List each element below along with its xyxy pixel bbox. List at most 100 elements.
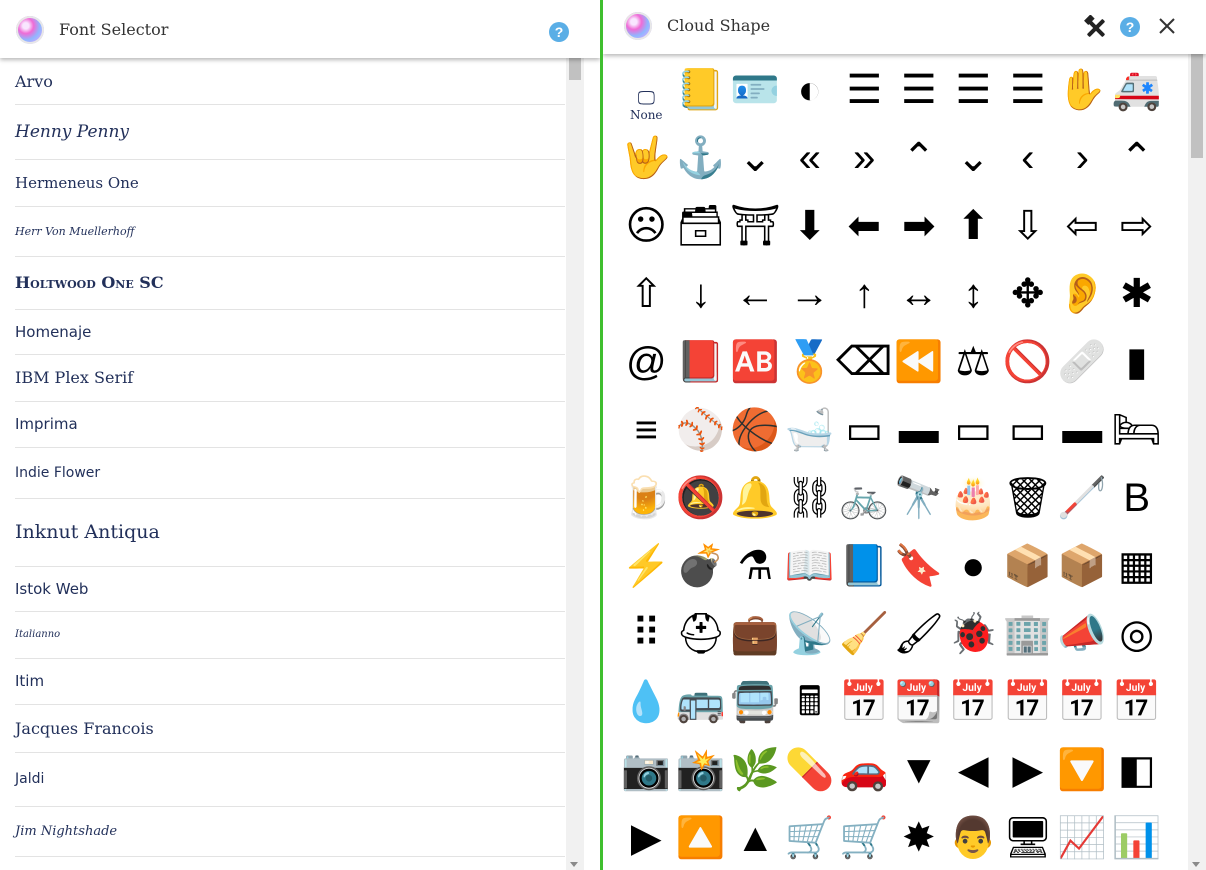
- shape-option[interactable]: ⬆: [946, 206, 1001, 274]
- shape-option[interactable]: ↕: [946, 274, 1001, 342]
- shape-option[interactable]: ▭: [946, 410, 1001, 478]
- font-list-item[interactable]: Imprima: [15, 401, 565, 448]
- shape-option[interactable]: ‹: [1001, 138, 1056, 206]
- shape-option[interactable]: ▶: [1001, 750, 1056, 818]
- shape-option[interactable]: ⇩: [1001, 206, 1056, 274]
- shape-option[interactable]: 🔔: [728, 478, 783, 546]
- shape-option[interactable]: 📅: [1110, 682, 1165, 750]
- shape-option[interactable]: ⚖: [946, 342, 1001, 410]
- shape-option[interactable]: →: [783, 274, 838, 342]
- shape-option[interactable]: ▦: [1110, 546, 1165, 614]
- shape-option[interactable]: 📸: [674, 750, 729, 818]
- font-list-item[interactable]: Itim: [15, 658, 565, 705]
- shape-option[interactable]: 🤟: [619, 138, 674, 206]
- shape-option[interactable]: ↑: [837, 274, 892, 342]
- shape-option[interactable]: ⚓: [674, 138, 729, 206]
- shape-option[interactable]: ≡: [619, 410, 674, 478]
- shape-option[interactable]: ●: [946, 546, 1001, 614]
- shape-option[interactable]: ⌫: [836, 342, 893, 410]
- shape-option[interactable]: ⛑: [674, 614, 729, 682]
- shape-option[interactable]: 🚌: [674, 682, 729, 750]
- shape-option[interactable]: ⏪: [892, 342, 947, 410]
- shape-option[interactable]: ⚡: [619, 546, 674, 614]
- shape-option[interactable]: ▼: [892, 750, 947, 818]
- shape-option[interactable]: 📕: [674, 342, 729, 410]
- shape-option[interactable]: ✥: [1001, 274, 1056, 342]
- shape-option[interactable]: 📖: [783, 546, 838, 614]
- shape-option[interactable]: «: [783, 138, 838, 206]
- shape-option[interactable]: 🚫: [1001, 342, 1056, 410]
- shape-option[interactable]: 🎂: [946, 478, 1001, 546]
- shape-option[interactable]: ⇨: [1110, 206, 1165, 274]
- shape-option[interactable]: 💼: [728, 614, 783, 682]
- shape-option[interactable]: ⛩: [728, 206, 783, 274]
- shape-option[interactable]: 🏢: [1001, 614, 1056, 682]
- shape-option[interactable]: ✸: [892, 818, 947, 870]
- scroll-down-arrow-icon[interactable]: [570, 862, 578, 867]
- font-list-item[interactable]: Arvo: [15, 58, 565, 105]
- font-list-item[interactable]: Herr Von Muellerhoff: [15, 206, 565, 257]
- font-list-item[interactable]: Jim Nightshade: [15, 806, 565, 857]
- scroll-thumb[interactable]: [569, 58, 581, 80]
- shape-option[interactable]: ⚗: [728, 546, 783, 614]
- shape-option[interactable]: 🩹: [1055, 342, 1110, 410]
- shape-option[interactable]: 💧: [619, 682, 674, 750]
- shape-option[interactable]: 🚗: [837, 750, 892, 818]
- shape-option[interactable]: ⚾: [674, 410, 729, 478]
- shape-option[interactable]: ⇧: [619, 274, 674, 342]
- shape-option[interactable]: ▬: [892, 410, 947, 478]
- shape-option[interactable]: 🖥: [1001, 818, 1056, 870]
- shape-option[interactable]: 🔖: [892, 546, 947, 614]
- shape-option[interactable]: ▮: [1110, 342, 1165, 410]
- shape-option[interactable]: ✋: [1055, 70, 1110, 138]
- shape-option[interactable]: 🖩: [783, 682, 838, 750]
- font-list-item[interactable]: Homenaje: [15, 309, 565, 355]
- shape-option[interactable]: 🔽: [1055, 750, 1110, 818]
- shape-option[interactable]: 👨: [946, 818, 1001, 870]
- shape-option[interactable]: ☰: [837, 70, 892, 138]
- shape-option[interactable]: 🗃: [674, 206, 729, 274]
- shape-option[interactable]: ›: [1055, 138, 1110, 206]
- font-list-item[interactable]: Indie Flower: [15, 447, 565, 499]
- shape-option[interactable]: ☰: [1001, 70, 1056, 138]
- shape-option[interactable]: 📣: [1055, 614, 1110, 682]
- shape-option[interactable]: 🔭: [892, 478, 947, 546]
- shape-option[interactable]: 🏀: [728, 410, 783, 478]
- shape-option[interactable]: ⬇: [783, 206, 838, 274]
- shape-option[interactable]: 🪪: [728, 70, 783, 138]
- shape-option[interactable]: 💊: [783, 750, 838, 818]
- shape-option[interactable]: 📡: [783, 614, 838, 682]
- shape-option[interactable]: 📅: [837, 682, 892, 750]
- shape-option[interactable]: ⬅: [837, 206, 892, 274]
- shape-option[interactable]: ☰: [892, 70, 947, 138]
- shape-option[interactable]: 📅: [1055, 682, 1110, 750]
- shape-option[interactable]: 📦: [1055, 546, 1110, 614]
- shape-option[interactable]: 🚑: [1110, 70, 1165, 138]
- shape-option[interactable]: 🛒: [837, 818, 892, 870]
- shape-option[interactable]: ◧: [1110, 750, 1165, 818]
- shape-option[interactable]: ⌄: [946, 138, 1001, 206]
- font-list-item[interactable]: Istok Web: [15, 566, 565, 612]
- shape-option[interactable]: 🛁: [783, 410, 838, 478]
- shape-option[interactable]: ▶: [619, 818, 674, 870]
- shape-option[interactable]: ☹: [619, 206, 674, 274]
- tools-icon[interactable]: [1083, 15, 1109, 41]
- shape-option[interactable]: 📊: [1110, 818, 1165, 870]
- shape-option[interactable]: ✱: [1110, 274, 1165, 342]
- shape-option[interactable]: ↓: [674, 274, 729, 342]
- shape-option[interactable]: 🛏: [1110, 410, 1165, 478]
- shape-option[interactable]: ☰: [946, 70, 1001, 138]
- shape-option[interactable]: 👂: [1055, 274, 1110, 342]
- shape-option[interactable]: 🚲: [837, 478, 892, 546]
- shape-grid-scrollbar[interactable]: [1188, 54, 1206, 870]
- shape-option[interactable]: 📷: [619, 750, 674, 818]
- shape-option[interactable]: 🌿: [728, 750, 783, 818]
- shape-option[interactable]: @: [619, 342, 674, 410]
- help-icon[interactable]: ?: [1120, 17, 1140, 37]
- shape-option[interactable]: ←: [728, 274, 783, 342]
- font-list-item[interactable]: Inknut Antiqua: [15, 498, 565, 567]
- shape-option[interactable]: »: [837, 138, 892, 206]
- font-list-item[interactable]: IBM Plex Serif: [15, 354, 565, 402]
- close-icon[interactable]: [1156, 15, 1178, 37]
- font-list-item[interactable]: Holtwood One SC: [15, 256, 565, 310]
